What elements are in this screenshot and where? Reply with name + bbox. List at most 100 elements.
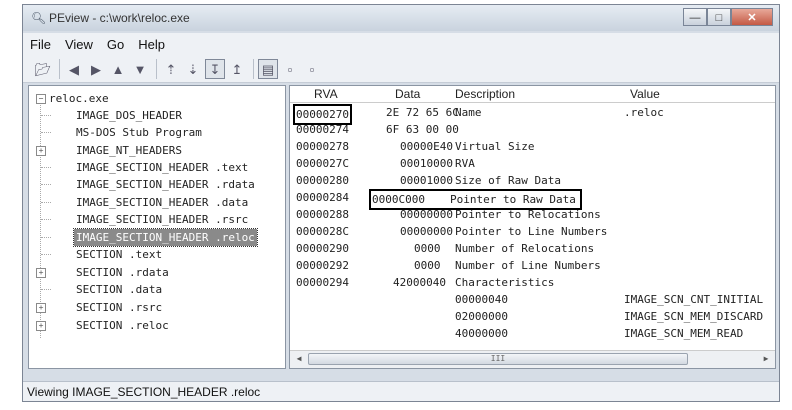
expand-icon[interactable]: + [36, 303, 46, 313]
tree-item-nt-headers[interactable]: IMAGE_NT_HEADERS [76, 142, 182, 159]
rva-cell: 00000284 [296, 191, 349, 204]
table-row[interactable]: 00000040 IMAGE_SCN_CNT_INITIAL [290, 291, 775, 308]
description-cell: 00000040 [455, 293, 508, 306]
tree-item-section-reloc[interactable]: SECTION .reloc [76, 317, 169, 334]
view-hex-icon[interactable]: ▤ [258, 58, 278, 79]
peview-window: 🔍︎ PEview - c:\work\reloc.exe — □ ✕ File… [22, 4, 780, 402]
description-cell: Size of Raw Data [455, 174, 561, 187]
description-cell: Virtual Size [455, 140, 535, 153]
title-bar[interactable]: 🔍︎ PEview - c:\work\reloc.exe — □ ✕ [23, 5, 779, 31]
menu-help[interactable]: Help [131, 37, 172, 52]
tree-connector [41, 132, 51, 133]
data-cell: 00010000 [400, 157, 453, 170]
down-icon[interactable]: ▼ [130, 59, 150, 79]
tree-item-section-header-data[interactable]: IMAGE_SECTION_HEADER .data [76, 194, 248, 211]
table-row[interactable]: 00000274 6F 63 00 00 [290, 121, 775, 138]
up-icon[interactable]: ▲ [108, 59, 128, 79]
table-row[interactable]: 02000000 IMAGE_SCN_MEM_DISCARD [290, 308, 775, 325]
table-row[interactable]: 40000000 IMAGE_SCN_MEM_READ [290, 325, 775, 342]
column-header-value[interactable]: Value [630, 87, 660, 101]
table-row[interactable]: 0000028C 00000000 Pointer to Line Number… [290, 223, 775, 240]
rva-cell: 00000288 [296, 208, 349, 221]
tree-item-section-data[interactable]: SECTION .data [76, 281, 162, 298]
collapse-icon[interactable]: − [36, 94, 46, 104]
toolbar-separator [253, 58, 254, 79]
data-view: RVA Data Description Value 00000270 2E 7… [289, 85, 776, 369]
tree-item-section-header-text[interactable]: IMAGE_SECTION_HEADER .text [76, 159, 248, 176]
data-cell: 6F 63 00 00 [386, 123, 459, 136]
open-icon[interactable]: 📂︎ [33, 59, 53, 79]
description-cell: Pointer to Line Numbers [455, 225, 608, 238]
description-cell: Pointer to Raw Data [449, 193, 576, 206]
tree-connector [41, 115, 51, 116]
scrollbar-grip: III [490, 354, 506, 363]
back-icon[interactable]: ◀ [64, 59, 84, 79]
close-button[interactable]: ✕ [731, 8, 773, 26]
table-row[interactable]: 00000292 0000 Number of Line Numbers [290, 257, 775, 274]
tree-item-dos-header[interactable]: IMAGE_DOS_HEADER [76, 107, 182, 124]
toolbar: 📂︎ ◀ ▶ ▲ ▼ ⇡ ⇣ ↧ ↥ ▤ ▫ ▫ [23, 55, 779, 83]
tree-item-section-header-rsrc[interactable]: IMAGE_SECTION_HEADER .rsrc [76, 211, 248, 228]
maximize-button[interactable]: □ [707, 8, 731, 26]
table-row[interactable]: 00000294 42000040 Characteristics [290, 274, 775, 291]
view-a-icon[interactable]: ↧ [205, 58, 225, 79]
tree-connector [41, 167, 51, 168]
tree-item-reloc-exe[interactable]: reloc.exe [49, 90, 109, 107]
data-cell: 42000040 [393, 276, 446, 289]
horizontal-scrollbar[interactable]: ◀ III ▶ [290, 350, 775, 368]
status-bar: Viewing IMAGE_SECTION_HEADER .reloc [23, 381, 779, 401]
description-cell: 02000000 [455, 310, 508, 323]
tree-connector [41, 184, 51, 185]
maximize-icon: □ [715, 12, 723, 24]
table-row[interactable]: 00000290 0000 Number of Relocations [290, 240, 775, 257]
tree-item-section-text[interactable]: SECTION .text [76, 246, 162, 263]
tree-item-section-header-rdata[interactable]: IMAGE_SECTION_HEADER .rdata [76, 176, 255, 193]
scrollbar-thumb[interactable]: III [308, 353, 688, 365]
data-cell: 00000000 [400, 225, 453, 238]
table-row[interactable]: 0000027C 00010000 RVA [290, 155, 775, 172]
menu-file[interactable]: File [23, 37, 58, 52]
tree-connector [41, 237, 51, 238]
column-header-description[interactable]: Description [455, 87, 515, 101]
table-row-highlighted[interactable]: 00000284 0000C000 Pointer to Raw Data [290, 189, 775, 210]
table-row[interactable]: 00000280 00001000 Size of Raw Data [290, 172, 775, 189]
rva-cell: 0000027C [296, 157, 349, 170]
table-header: RVA Data Description Value [290, 86, 775, 103]
view-detail-icon[interactable]: ▫ [302, 59, 322, 79]
data-cell: 00001000 [400, 174, 453, 187]
expand-icon[interactable]: + [36, 146, 46, 156]
column-header-data[interactable]: Data [395, 87, 420, 101]
menu-bar: File View Go Help [23, 33, 779, 55]
table-row[interactable]: 00000288 00000000 Pointer to Relocations [290, 206, 775, 223]
description-cell: RVA [455, 157, 475, 170]
view-list-icon[interactable]: ▫ [280, 59, 300, 79]
menu-view[interactable]: View [58, 37, 100, 52]
description-cell: Number of Line Numbers [455, 259, 601, 272]
next-icon[interactable]: ⇣ [183, 59, 203, 79]
forward-icon[interactable]: ▶ [86, 59, 106, 79]
scroll-right-icon[interactable]: ▶ [759, 352, 773, 366]
description-cell: Name [455, 106, 482, 119]
data-cell: 0000 [414, 259, 441, 272]
data-cell: 00000000 [400, 208, 453, 221]
description-cell: Characteristics [455, 276, 555, 289]
value-cell: .reloc [624, 106, 664, 119]
minimize-icon: — [689, 12, 701, 24]
tree-item-section-rsrc[interactable]: SECTION .rsrc [76, 299, 162, 316]
prev-icon[interactable]: ⇡ [161, 59, 181, 79]
section-tree[interactable]: − reloc.exe IMAGE_DOS_HEADER MS-DOS Stub… [28, 85, 286, 369]
scroll-left-icon[interactable]: ◀ [292, 352, 306, 366]
expand-icon[interactable]: + [36, 268, 46, 278]
menu-go[interactable]: Go [100, 37, 131, 52]
tree-item-dos-stub[interactable]: MS-DOS Stub Program [76, 124, 202, 141]
description-cell: 40000000 [455, 327, 508, 340]
minimize-button[interactable]: — [683, 8, 707, 26]
expand-icon[interactable]: + [36, 321, 46, 331]
table-row[interactable]: 00000270 2E 72 65 6C Name .reloc [290, 104, 775, 125]
tree-item-section-header-reloc[interactable]: IMAGE_SECTION_HEADER .reloc [73, 228, 258, 247]
table-row[interactable]: 00000278 00000E40 Virtual Size [290, 138, 775, 155]
view-b-icon[interactable]: ↥ [227, 59, 247, 79]
column-header-rva[interactable]: RVA [314, 87, 338, 101]
rva-cell: 00000274 [296, 123, 349, 136]
tree-item-section-rdata[interactable]: SECTION .rdata [76, 264, 169, 281]
